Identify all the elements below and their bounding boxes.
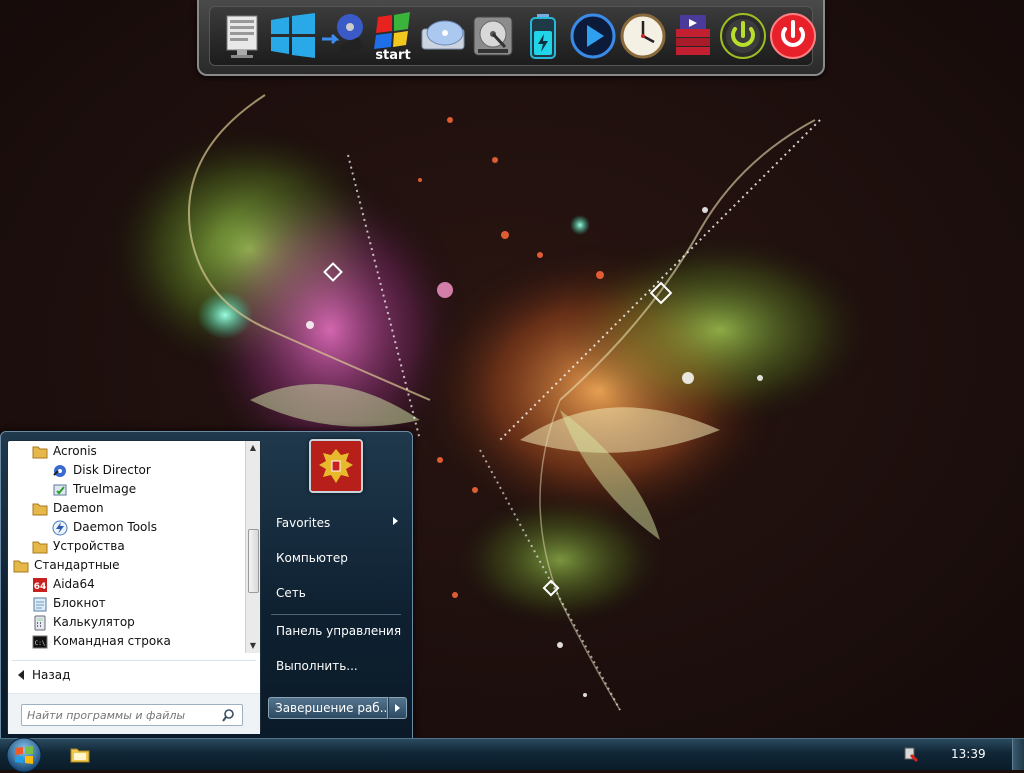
program-label: Устройства xyxy=(53,539,125,553)
program-label: Acronis xyxy=(53,444,97,458)
start-menu-right-pane: Favorites Компьютер Сеть Панель управлен… xyxy=(263,432,412,739)
program-folder-devices[interactable]: Устройства xyxy=(32,537,125,556)
menu-item-computer[interactable]: Компьютер xyxy=(276,548,348,568)
daemon-tools-icon xyxy=(52,520,68,535)
favorites-label: Favorites xyxy=(276,516,331,530)
all-programs-list: Acronis Disk Director TrueImage Daemon D… xyxy=(8,441,246,653)
program-label: Aida64 xyxy=(53,577,95,591)
battery-icon[interactable] xyxy=(518,10,568,62)
back-label: Назад xyxy=(32,668,71,682)
program-trueimage[interactable]: TrueImage xyxy=(52,480,136,499)
submenu-arrow-icon xyxy=(393,517,398,525)
program-label: TrueImage xyxy=(73,482,137,496)
folder-icon xyxy=(32,446,48,458)
aida64-icon: 64 xyxy=(33,577,47,592)
program-calculator[interactable]: Калькулятор xyxy=(32,613,135,632)
windows-logo-icon[interactable] xyxy=(268,10,318,62)
folder-icon xyxy=(32,541,48,553)
usb-install-icon[interactable] xyxy=(318,10,368,62)
start-menu-left-pane: Acronis Disk Director TrueImage Daemon D… xyxy=(7,440,261,734)
program-list-scrollbar[interactable]: ▲ ▼ xyxy=(245,441,260,653)
program-label: Блокнот xyxy=(53,596,106,610)
show-desktop-button[interactable] xyxy=(1012,739,1024,770)
shutdown-label: Завершение раб... xyxy=(275,701,388,715)
hard-drive-icon[interactable] xyxy=(468,10,518,62)
program-label: Стандартные xyxy=(34,558,120,572)
program-label: Командная строка xyxy=(53,634,171,648)
computer-icon[interactable] xyxy=(218,10,268,62)
disk-director-icon xyxy=(53,464,66,477)
program-folder-daemon[interactable]: Daemon xyxy=(32,499,104,518)
computer-label: Компьютер xyxy=(276,551,348,565)
divider xyxy=(12,660,256,661)
search-area xyxy=(8,693,260,734)
control-panel-label: Панель управления xyxy=(276,624,402,638)
folder-icon xyxy=(32,503,48,515)
explorer-taskbar-button[interactable] xyxy=(66,742,94,768)
dock-tray: start xyxy=(209,6,816,66)
back-button[interactable]: Назад xyxy=(18,665,70,685)
archive-icon[interactable] xyxy=(668,10,718,62)
cmd-icon-text: C:\ xyxy=(35,640,46,647)
start-icon-text: start xyxy=(375,48,410,61)
menu-item-run[interactable]: Выполнить... xyxy=(276,656,358,676)
shutdown-button[interactable]: Завершение раб... xyxy=(268,697,388,719)
divider xyxy=(271,614,401,615)
menu-item-control-panel[interactable]: Панель управления xyxy=(276,621,401,641)
program-folder-accessories[interactable]: Стандартные xyxy=(13,556,120,575)
program-aida64[interactable]: 64 Aida64 xyxy=(32,575,95,594)
folder-icon xyxy=(13,560,29,572)
media-player-icon[interactable] xyxy=(568,10,618,62)
notepad-icon xyxy=(33,597,47,611)
search-input[interactable] xyxy=(21,704,243,726)
network-label: Сеть xyxy=(276,586,306,600)
program-label: Daemon xyxy=(53,501,104,515)
back-arrow-icon xyxy=(18,670,24,680)
program-notepad[interactable]: Блокнот xyxy=(32,594,106,613)
scroll-down-arrow-icon[interactable]: ▼ xyxy=(246,639,260,653)
chevron-right-icon xyxy=(395,704,400,712)
program-label: Disk Director xyxy=(73,463,151,477)
aida64-icon-text: 64 xyxy=(34,582,47,592)
scroll-up-arrow-icon[interactable]: ▲ xyxy=(246,441,260,455)
program-folder-acronis[interactable]: Acronis xyxy=(32,442,97,461)
program-label: Калькулятор xyxy=(53,615,135,629)
taskbar-clock[interactable]: 13:39 xyxy=(951,739,986,770)
start-menu: Acronis Disk Director TrueImage Daemon D… xyxy=(0,431,413,740)
run-label: Выполнить... xyxy=(276,659,358,673)
start-icon[interactable]: start xyxy=(368,10,418,62)
taskbar: 13:39 xyxy=(0,735,1024,773)
shutdown-options-button[interactable] xyxy=(388,697,407,719)
program-daemon-tools[interactable]: Daemon Tools xyxy=(52,518,157,537)
top-dock: start xyxy=(197,0,825,76)
cmd-icon: C:\ xyxy=(32,635,48,648)
clock-icon[interactable] xyxy=(618,10,668,62)
standby-icon[interactable] xyxy=(718,10,768,62)
power-off-icon[interactable] xyxy=(768,10,818,62)
start-orb-button[interactable] xyxy=(4,735,44,773)
menu-item-network[interactable]: Сеть xyxy=(276,583,306,603)
trueimage-icon xyxy=(53,484,67,495)
user-avatar[interactable] xyxy=(309,439,363,493)
calculator-icon xyxy=(34,615,46,630)
program-disk-director[interactable]: Disk Director xyxy=(52,461,151,480)
scroll-thumb[interactable] xyxy=(248,529,259,593)
search-icon[interactable] xyxy=(222,708,238,724)
optical-disc-icon[interactable] xyxy=(418,10,468,62)
program-command-prompt[interactable]: C:\ Командная строка xyxy=(32,632,171,651)
safely-remove-hardware-icon[interactable] xyxy=(902,746,920,764)
program-label: Daemon Tools xyxy=(73,520,157,534)
menu-item-favorites[interactable]: Favorites xyxy=(276,513,330,533)
